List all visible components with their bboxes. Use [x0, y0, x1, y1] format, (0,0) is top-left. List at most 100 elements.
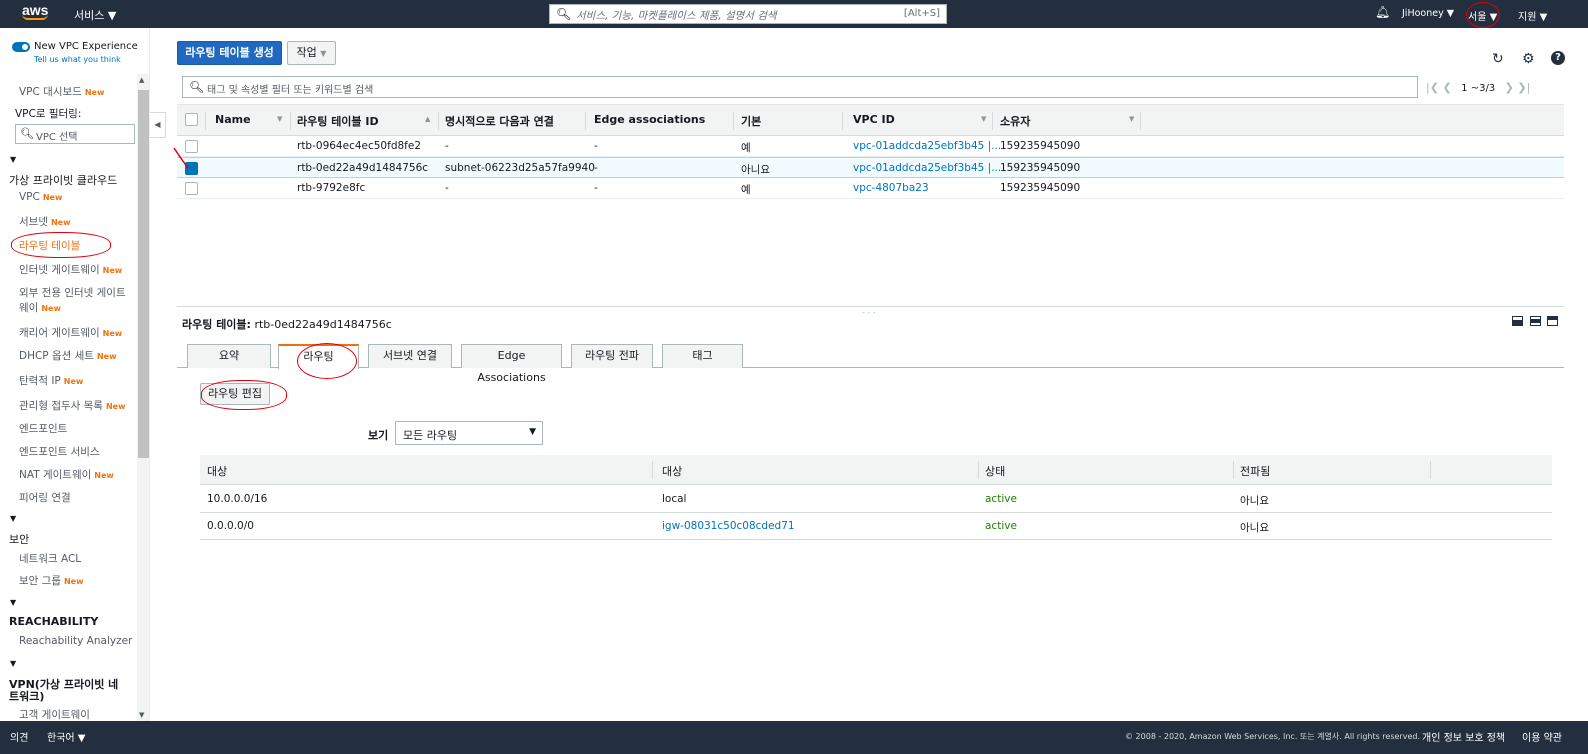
aws-logo[interactable]: aws	[22, 3, 48, 20]
view-select[interactable]: 모든 라우팅 ▼	[395, 421, 543, 445]
column-header-edge-associations[interactable]: Edge associations	[594, 113, 705, 126]
account-menu[interactable]: JiHooney ▼	[1402, 8, 1454, 19]
sidebar-item-egress-only-igw-cont[interactable]: 웨이 New	[19, 300, 61, 315]
sidebar-item-endpoint-services[interactable]: 엔드포인트 서비스	[19, 444, 100, 459]
cell-owner: 159235945090	[1000, 182, 1081, 194]
sidebar-item-internet-gateways[interactable]: 인터넷 게이트웨이 New	[19, 262, 122, 277]
row-checkbox[interactable]	[185, 182, 198, 195]
sidebar-item-carrier-gateways[interactable]: 캐리어 게이트웨이 New	[19, 325, 122, 340]
sidebar-item-security-groups[interactable]: 보안 그룹 New	[19, 573, 84, 588]
cell-vpc[interactable]: vpc-01addcda25ebf3b45 |...	[853, 162, 1001, 174]
create-route-table-button[interactable]: 라우팅 테이블 생성	[177, 41, 282, 65]
sidebar-item-elastic-ips[interactable]: 탄력적 IP New	[19, 373, 83, 388]
main-scrollbar[interactable]	[1575, 28, 1588, 721]
help-icon[interactable]: ?	[1551, 51, 1565, 65]
gear-icon[interactable]: ⚙	[1522, 51, 1535, 67]
sidebar-scrollbar[interactable]: ▲ ▼	[137, 74, 149, 721]
column-header-destination[interactable]: 대상	[207, 463, 227, 479]
layout-bottom-icon[interactable]	[1512, 316, 1523, 326]
column-header-propagated[interactable]: 전파됨	[1240, 463, 1270, 479]
table-row[interactable]: rtb-0964ec4ec50fd8fe2 - - 예 vpc-01addcda25eb…	[177, 136, 1564, 157]
sidebar-item-customer-gateways[interactable]: 고객 게이트웨이	[19, 707, 90, 721]
table-row[interactable]: rtb-9792e8fc - - 예 vpc-4807ba23 159235945090	[177, 178, 1564, 199]
column-header-route-table-id[interactable]: 라우팅 테이블 ID	[297, 113, 379, 129]
privacy-policy-link[interactable]: 개인 정보 보호 정책	[1422, 729, 1505, 744]
detail-title: 라우팅 테이블: rtb-0ed22a49d1484756c	[182, 316, 392, 332]
sidebar: New VPC Experience Tell us what you thin…	[0, 28, 150, 721]
column-header-status[interactable]: 상태	[985, 463, 1005, 479]
cell-explicit: -	[445, 140, 449, 152]
tab-edge-associations[interactable]: Edge Associations	[461, 344, 562, 384]
layout-top-icon[interactable]	[1547, 316, 1558, 326]
sort-icon[interactable]: ▼	[1129, 115, 1134, 123]
cell-id: rtb-0964ec4ec50fd8fe2	[297, 140, 421, 152]
refresh-icon[interactable]: ↻	[1492, 51, 1504, 67]
sidebar-item-endpoints[interactable]: 엔드포인트	[19, 421, 67, 436]
filter-search-input[interactable]: 🔍︎ 태그 및 속성별 필터 또는 키워드별 검색	[182, 76, 1418, 98]
cell-target[interactable]: igw-08031c50c08cded71	[662, 520, 795, 532]
actions-dropdown-button[interactable]: 작업 ▼	[287, 41, 336, 65]
section-collapse-icon[interactable]: ▼	[10, 598, 16, 607]
sidebar-collapse-button[interactable]: ◀	[150, 112, 166, 138]
sidebar-item-managed-prefix-lists[interactable]: 관리형 접두사 목록 New	[19, 398, 125, 413]
prev-page-icon[interactable]: ❮	[1442, 81, 1451, 94]
vpc-filter-input[interactable]: 🔍︎ VPC 선택	[15, 124, 135, 144]
new-vpc-experience-toggle[interactable]	[12, 42, 30, 52]
table-row[interactable]: rtb-0ed22a49d1484756c subnet-06223d25a57f…	[177, 157, 1564, 178]
select-all-checkbox[interactable]	[185, 113, 198, 126]
pane-divider[interactable]	[177, 306, 1564, 307]
sidebar-item-nat-gateways[interactable]: NAT 게이트웨이 New	[19, 467, 114, 482]
sidebar-item-vpc-dashboard[interactable]: VPC 대시보드 New	[19, 84, 104, 99]
sidebar-item-dhcp-options[interactable]: DHCP 옵션 세트 New	[19, 348, 116, 363]
sidebar-item-label: 인터넷 게이트웨이	[19, 264, 100, 276]
scrollbar-thumb[interactable]	[138, 90, 149, 458]
sidebar-item-label: 캐리어 게이트웨이	[19, 327, 100, 339]
resize-handle-icon[interactable]: - - -	[862, 308, 876, 317]
sort-icon[interactable]: ▼	[981, 115, 986, 123]
language-selector[interactable]: 한국어 ▼	[47, 729, 85, 744]
sidebar-item-reachability-analyzer[interactable]: Reachability Analyzer	[19, 635, 132, 647]
column-header-name[interactable]: Name	[215, 113, 251, 126]
next-page-icon[interactable]: ❯	[1505, 81, 1514, 94]
feedback-link[interactable]: Tell us what you think	[34, 55, 121, 64]
section-collapse-icon[interactable]: ▼	[10, 659, 16, 668]
scroll-up-icon[interactable]: ▲	[139, 76, 144, 84]
notification-bell-icon[interactable]: 🔔︎	[1375, 5, 1390, 19]
sort-icon[interactable]: ▼	[277, 115, 282, 123]
tab-route-propagation[interactable]: 라우팅 전파	[571, 344, 653, 368]
feedback-link[interactable]: 의견	[10, 729, 28, 744]
first-page-icon[interactable]: |❮	[1426, 81, 1439, 94]
support-menu[interactable]: 지원 ▼	[1518, 8, 1547, 23]
sidebar-item-egress-only-igw[interactable]: 외부 전용 인터넷 게이트	[19, 285, 126, 300]
last-page-icon[interactable]: ❯|	[1517, 81, 1530, 94]
services-menu[interactable]: 서비스 ▼	[74, 7, 116, 23]
column-header-main[interactable]: 기본	[741, 113, 761, 129]
layout-middle-icon[interactable]	[1530, 316, 1541, 326]
section-collapse-icon[interactable]: ▼	[10, 155, 16, 164]
scroll-down-icon[interactable]: ▼	[139, 711, 144, 719]
sidebar-item-label: 외부 전용 인터넷 게이트	[19, 287, 126, 299]
page-count: 1 ~3/3	[1461, 83, 1496, 94]
tab-summary[interactable]: 요약	[187, 344, 271, 368]
cell-edge: -	[594, 140, 598, 152]
cell-id: rtb-0ed22a49d1484756c	[297, 162, 429, 174]
global-search-input[interactable]: 🔍︎ 서비스, 기능, 마켓플레이스 제품, 설명서 검색 [Alt+S]	[549, 4, 947, 24]
sidebar-item-vpc[interactable]: VPC New	[19, 191, 62, 203]
sort-asc-icon[interactable]: ▲	[425, 115, 430, 123]
sidebar-item-peering-connections[interactable]: 피어링 연결	[19, 490, 71, 505]
sidebar-item-network-acl[interactable]: 네트워크 ACL	[19, 551, 81, 566]
cell-vpc[interactable]: vpc-4807ba23	[853, 182, 929, 194]
cell-vpc[interactable]: vpc-01addcda25ebf3b45 |...	[853, 140, 1001, 152]
sidebar-item-subnets[interactable]: 서브넷 New	[19, 214, 71, 229]
terms-of-use-link[interactable]: 이용 약관	[1522, 729, 1562, 744]
column-header-explicit-association[interactable]: 명시적으로 다음과 연결	[445, 113, 554, 129]
tab-tags[interactable]: 태그	[662, 344, 743, 368]
vpc-filter-label: VPC로 필터링:	[15, 108, 82, 120]
column-header-owner[interactable]: 소유자	[1000, 113, 1030, 129]
section-collapse-icon[interactable]: ▼	[10, 514, 16, 523]
tab-subnet-associations[interactable]: 서브넷 연결	[368, 344, 452, 368]
column-header-target[interactable]: 대상	[662, 463, 682, 479]
new-badge: New	[42, 193, 63, 202]
column-header-vpc-id[interactable]: VPC ID	[853, 113, 895, 126]
sidebar-item-label: NAT 게이트웨이	[19, 469, 92, 481]
